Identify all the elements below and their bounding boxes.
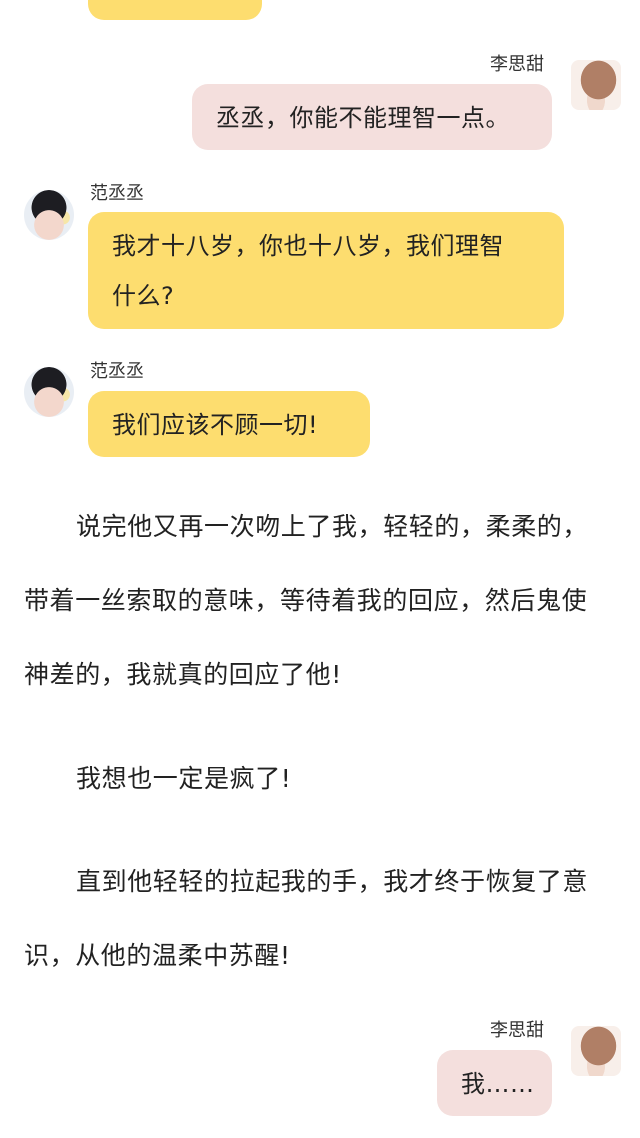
sender-name: 李思甜 [490, 54, 544, 75]
message-text: 我们应该不顾一切! [112, 411, 319, 439]
narrative-line: 我想也一定是疯了! [76, 764, 292, 793]
sender-name: 范丞丞 [90, 361, 144, 382]
avatar-icon[interactable] [571, 1026, 621, 1076]
message-bubble[interactable]: 我才十八岁，你也十八岁，我们理智 什么? [88, 212, 564, 329]
narrative-line: 识，从他的温柔中苏醒! [24, 941, 291, 970]
avatar-icon[interactable] [571, 60, 621, 110]
narrative-line: 直到他轻轻的拉起我的手，我才终于恢复了意 [76, 867, 589, 896]
narrative-paragraph: 说完他又再一次吻上了我，轻轻的，柔柔的， 带着一丝索取的意味，等待着我的回应，然… [24, 490, 624, 712]
narrative-paragraph: 我想也一定是疯了! [24, 742, 624, 816]
avatar-icon[interactable] [24, 190, 74, 240]
avatar-icon[interactable] [24, 367, 74, 417]
partial-message-bubble [88, 0, 262, 20]
message-bubble[interactable]: 丞丞，你能不能理智一点。 [192, 84, 552, 150]
message-bubble[interactable]: 我们应该不顾一切! [88, 391, 370, 457]
narrative-line: 说完他又再一次吻上了我，轻轻的，柔柔的， [76, 512, 589, 541]
message-text: 丞丞，你能不能理智一点。 [216, 104, 510, 132]
message-text-line: 我才十八岁，你也十八岁，我们理智 [112, 232, 504, 260]
sender-name: 范丞丞 [90, 183, 144, 204]
narrative-line: 带着一丝索取的意味，等待着我的回应，然后鬼使 [24, 586, 588, 615]
message-text-line: 什么? [112, 282, 175, 310]
narrative-line: 神差的，我就真的回应了他! [24, 660, 342, 689]
message-bubble[interactable]: 我…… [437, 1050, 552, 1116]
narrative-paragraph: 直到他轻轻的拉起我的手，我才终于恢复了意 识，从他的温柔中苏醒! [24, 845, 624, 993]
message-text: 我…… [461, 1070, 535, 1098]
sender-name: 李思甜 [490, 1020, 544, 1041]
